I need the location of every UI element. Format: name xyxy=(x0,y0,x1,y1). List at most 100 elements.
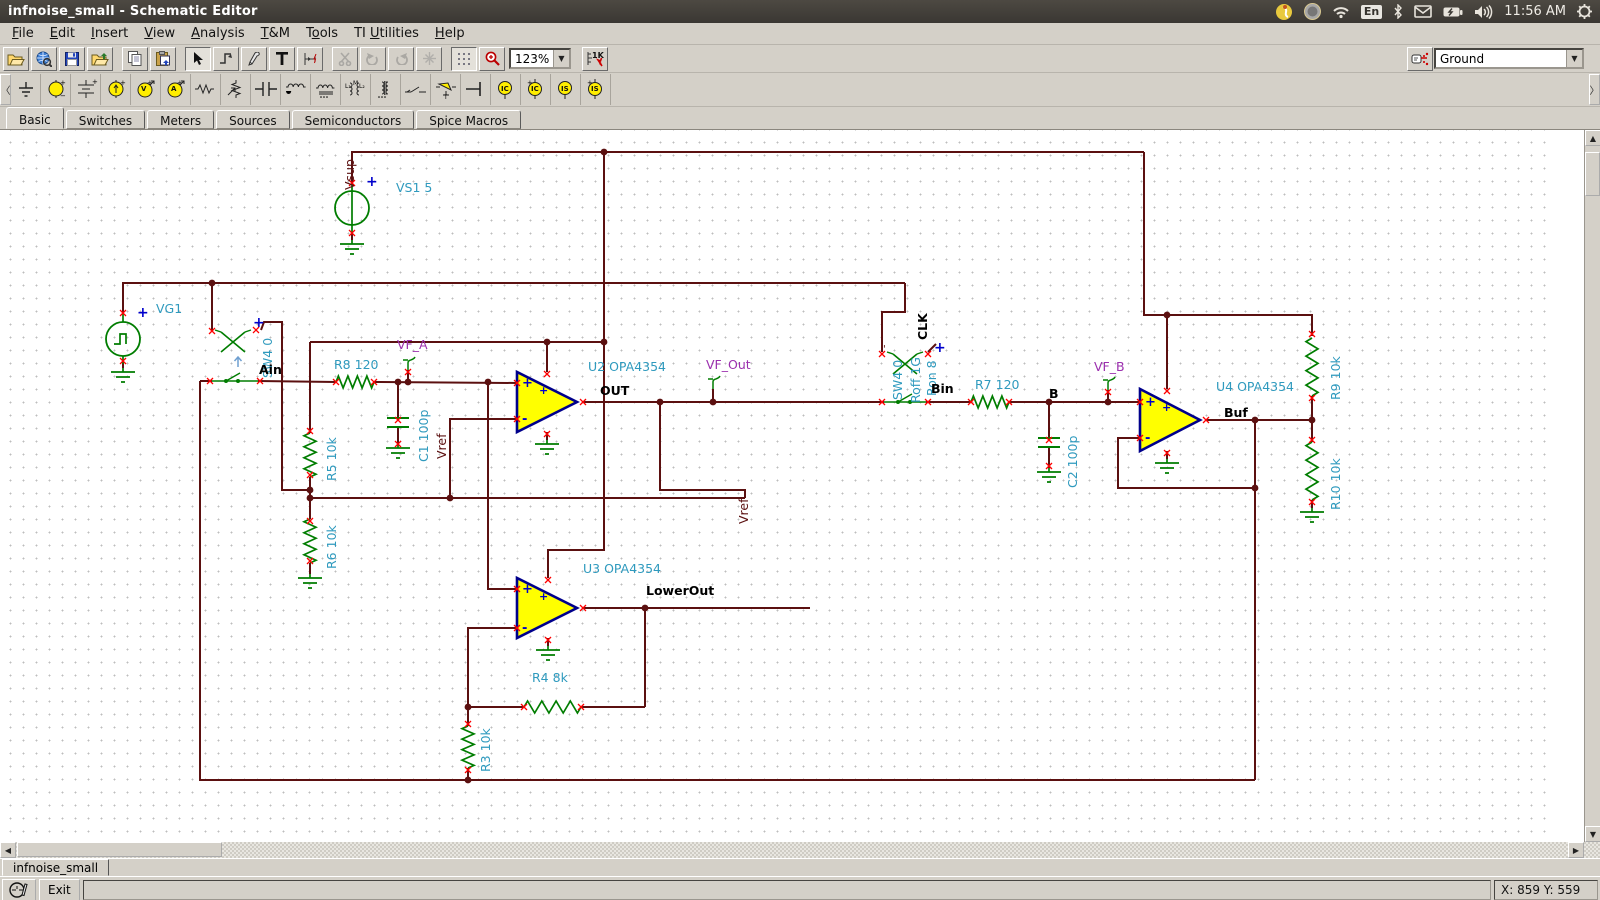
svg-text:R7 120: R7 120 xyxy=(975,377,1020,392)
redo-button[interactable] xyxy=(388,47,414,71)
app-indicator-icon[interactable] xyxy=(1276,3,1293,20)
zoom-tool-button[interactable] xyxy=(479,47,505,71)
palette-scroll-right[interactable]: 〉 xyxy=(1589,74,1600,105)
svg-text:IS: IS xyxy=(561,85,569,93)
find-component-button[interactable] xyxy=(1407,47,1433,71)
tab-semiconductors[interactable]: Semiconductors xyxy=(292,110,415,129)
palette-inductor[interactable] xyxy=(281,74,311,105)
undo-button[interactable] xyxy=(360,47,386,71)
palette-voltage-source[interactable]: +− xyxy=(41,74,71,105)
open-web-button[interactable] xyxy=(31,47,57,71)
tab-switches[interactable]: Switches xyxy=(66,110,145,129)
clock[interactable]: 11:56 AM xyxy=(1504,4,1566,19)
component-select-combo[interactable]: Ground ▼ xyxy=(1434,48,1584,69)
menu-file[interactable]: File xyxy=(4,24,42,43)
palette-switch[interactable] xyxy=(401,74,431,105)
svg-text:-: - xyxy=(1145,431,1150,446)
palette-current-source[interactable]: + xyxy=(101,74,131,105)
toolbar: 123% ▼ 1K Ground ▼ xyxy=(0,45,1600,73)
tab-meters[interactable]: Meters xyxy=(147,110,214,129)
menu-view[interactable]: View xyxy=(136,24,183,43)
vertical-scroll-thumb[interactable] xyxy=(1585,152,1600,196)
horizontal-scrollbar[interactable]: ◀ ▶ xyxy=(0,842,1600,858)
volume-icon[interactable] xyxy=(1474,5,1493,19)
grid-toggle-button[interactable] xyxy=(451,47,477,71)
dimension-tool-button[interactable] xyxy=(297,47,323,71)
palette-resistor[interactable] xyxy=(191,74,221,105)
svg-text:U4 OPA4354: U4 OPA4354 xyxy=(1216,379,1294,394)
svg-text:Vsup: Vsup xyxy=(342,159,357,190)
component-value-tool-button[interactable]: 1K xyxy=(582,47,608,71)
palette-ground[interactable] xyxy=(11,74,41,105)
palette-ic-source-plus[interactable]: +IC xyxy=(521,74,551,105)
vertical-scrollbar[interactable]: ▲ ▼ xyxy=(1584,130,1600,842)
palette-capacitor[interactable] xyxy=(251,74,281,105)
tab-spice-macros[interactable]: Spice Macros xyxy=(416,110,521,129)
scroll-up-button[interactable]: ▲ xyxy=(1585,130,1600,146)
save-button[interactable] xyxy=(59,47,85,71)
session-gear-icon[interactable] xyxy=(1577,4,1592,19)
scroll-down-button[interactable]: ▼ xyxy=(1585,826,1600,842)
schematic-canvas[interactable]: +-++-++-+''++++VS1 5VG1SW4 0R8 120C1 100… xyxy=(0,130,1552,842)
component-select-arrow[interactable]: ▼ xyxy=(1566,50,1582,67)
svg-text:CLK: CLK xyxy=(915,312,930,340)
bluetooth-icon[interactable] xyxy=(1393,4,1403,19)
palette-is-source-plus[interactable]: +IS xyxy=(581,74,611,105)
svg-text:VF_A: VF_A xyxy=(397,337,428,352)
select-tool-button[interactable] xyxy=(185,47,211,71)
palette-battery[interactable]: + xyxy=(71,74,101,105)
scroll-right-button[interactable]: ▶ xyxy=(1568,842,1584,858)
keyboard-layout-indicator[interactable]: En xyxy=(1361,5,1382,19)
text-tool-button[interactable] xyxy=(269,47,295,71)
palette-coupled-inductors[interactable]: L₁ML₂ xyxy=(341,74,371,105)
exit-button[interactable]: Exit xyxy=(39,879,80,900)
open-file-button[interactable] xyxy=(3,47,29,71)
svg-text:U2 OPA4354: U2 OPA4354 xyxy=(588,359,666,374)
menu-tools[interactable]: Tools xyxy=(298,24,346,43)
battery-icon[interactable] xyxy=(1443,6,1463,18)
wire-tool-button[interactable] xyxy=(213,47,239,71)
menu-analysis[interactable]: Analysis xyxy=(183,24,253,43)
palette-open-end[interactable] xyxy=(461,74,491,105)
zoom-level-combo[interactable]: 123% ▼ xyxy=(509,48,571,69)
editor-mode-button[interactable] xyxy=(2,879,36,900)
palette-potentiometer[interactable] xyxy=(221,74,251,105)
svg-text:B: B xyxy=(1049,386,1059,401)
svg-text:VF_Out: VF_Out xyxy=(706,357,751,372)
palette-ic-source[interactable]: IC xyxy=(491,74,521,105)
svg-text:+: + xyxy=(522,376,533,391)
snap-tool-button[interactable] xyxy=(416,47,442,71)
document-tab-row: infnoise_small xyxy=(0,858,1600,876)
mail-icon[interactable] xyxy=(1414,5,1432,18)
indicator-orb-icon[interactable] xyxy=(1304,3,1321,20)
svg-text:VF_B: VF_B xyxy=(1094,359,1125,374)
svg-text:Ain: Ain xyxy=(259,362,282,377)
menu-insert[interactable]: Insert xyxy=(83,24,136,43)
palette-controlled-switch[interactable]: T xyxy=(431,74,461,105)
menu-t-m[interactable]: T&M xyxy=(253,24,298,43)
svg-text:-: - xyxy=(522,621,527,636)
cut-button[interactable] xyxy=(332,47,358,71)
document-tab[interactable]: infnoise_small xyxy=(2,859,109,876)
copy-button[interactable] xyxy=(122,47,148,71)
wifi-icon[interactable] xyxy=(1332,5,1350,19)
palette-current-generator[interactable]: +A xyxy=(161,74,191,105)
palette-is-source[interactable]: IS xyxy=(551,74,581,105)
menu-ti-utilities[interactable]: TI Utilities xyxy=(346,24,427,43)
draw-tool-button[interactable] xyxy=(241,47,267,71)
palette-voltage-generator[interactable]: +V xyxy=(131,74,161,105)
tab-sources[interactable]: Sources xyxy=(216,110,289,129)
svg-text:T: T xyxy=(443,94,448,100)
paste-button[interactable] xyxy=(150,47,176,71)
horizontal-scroll-thumb[interactable] xyxy=(17,842,222,857)
zoom-dropdown-arrow[interactable]: ▼ xyxy=(553,50,569,67)
palette-inductor-core[interactable] xyxy=(311,74,341,105)
menu-help[interactable]: Help xyxy=(427,24,473,43)
palette-transformer[interactable] xyxy=(371,74,401,105)
open-macro-button[interactable] xyxy=(87,47,113,71)
svg-text:IC: IC xyxy=(531,85,539,93)
scroll-left-button[interactable]: ◀ xyxy=(0,842,16,858)
menu-edit[interactable]: Edit xyxy=(42,24,83,43)
tab-basic[interactable]: Basic xyxy=(6,107,64,129)
palette-scroll-left[interactable]: 〈 xyxy=(0,74,11,105)
